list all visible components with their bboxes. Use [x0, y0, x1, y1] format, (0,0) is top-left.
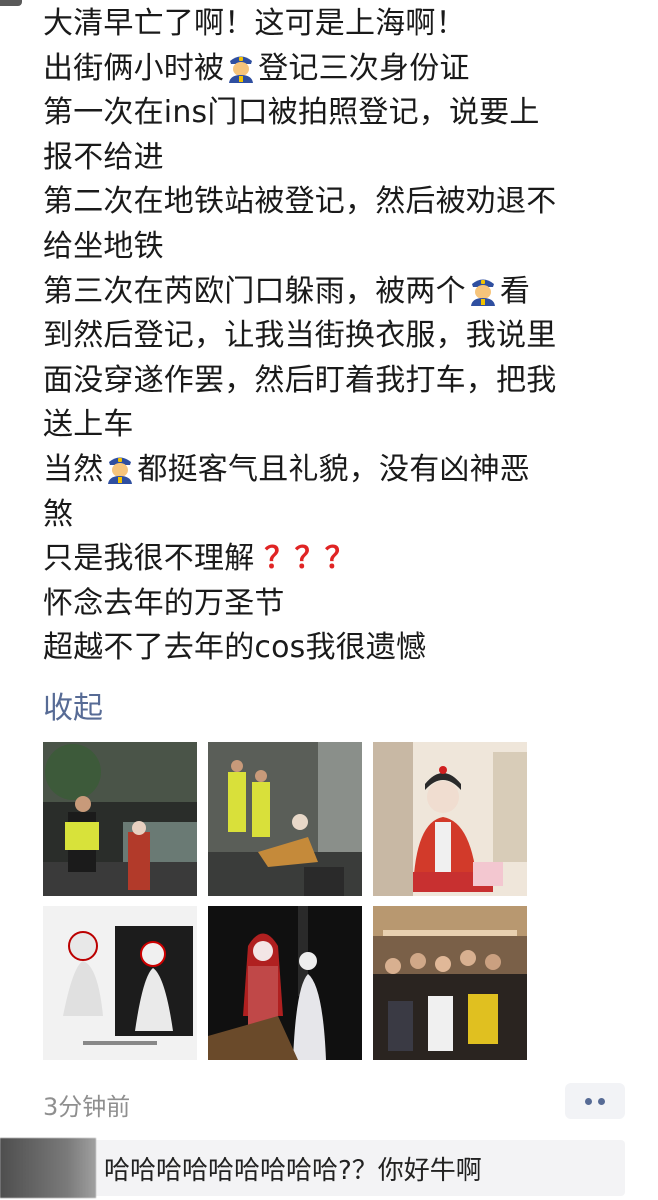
post-text-fragment: 登记三次身份证: [258, 50, 470, 86]
photo-5[interactable]: [208, 906, 362, 1060]
photo-4[interactable]: [43, 906, 197, 1060]
collapse-link[interactable]: 收起: [43, 683, 103, 727]
photo-3[interactable]: [373, 742, 527, 896]
photo-1[interactable]: [43, 742, 197, 896]
post-line: 当然 都挺客气且礼貌，没有凶神恶: [43, 448, 643, 493]
photo-6[interactable]: [373, 906, 527, 1060]
post-line: 面没穿遂作罢，然后盯着我打车，把我: [43, 362, 557, 398]
comment-item[interactable]: 哈哈哈哈哈哈哈哈哈?？你好牛啊: [0, 1138, 625, 1198]
more-dots-icon: [598, 1098, 605, 1105]
post-text-fragment: 第三次在芮欧门口躲雨，被两个: [43, 273, 466, 309]
question-marks: ？？？: [264, 541, 356, 577]
post-text-fragment: 都挺客气且礼貌，没有凶神恶: [137, 451, 531, 487]
photo-grid: [43, 742, 527, 1060]
post-line: 第三次在芮欧门口躲雨，被两个看: [43, 270, 643, 315]
police-officer-icon: [468, 274, 498, 306]
post-line: 超越不了去年的cos我很遗憾: [43, 630, 427, 666]
post-line: 只是我很不理解？？？: [43, 537, 643, 582]
post-line: 第一次在ins门口被拍照登记，说要上: [43, 95, 540, 131]
more-options-button[interactable]: [565, 1083, 625, 1119]
post-line: 第二次在地铁站被登记，然后被劝退不: [43, 184, 557, 220]
timestamp: 3分钟前: [43, 1093, 131, 1121]
post-text-fragment: 当然: [43, 451, 104, 487]
post-text-fragment: 出街俩小时被: [43, 50, 225, 86]
avatar[interactable]: [0, 0, 22, 6]
post-meta: 3分钟前: [43, 1083, 625, 1123]
commenter-name-redacted: [0, 1138, 96, 1198]
post-line: 到然后登记，让我当街换衣服，我说里: [43, 318, 557, 354]
post-line: 煞: [43, 496, 74, 532]
post-line: 给坐地铁: [43, 228, 164, 264]
post-line: 怀念去年的万圣节: [43, 585, 285, 621]
photo-2[interactable]: [208, 742, 362, 896]
post-line: 送上车: [43, 407, 134, 443]
police-officer-icon: [226, 51, 256, 83]
comment-text: 哈哈哈哈哈哈哈哈哈?？你好牛啊: [104, 1156, 482, 1186]
post-line: 大清早亡了啊！这可是上海啊！: [43, 6, 466, 41]
more-dots-icon: [585, 1098, 592, 1105]
post-text-fragment: 看: [499, 273, 531, 309]
post-body: 大清早亡了啊！这可是上海啊！ 出街俩小时被 登记三次身份证 第一次在ins门口被拍…: [43, 2, 643, 671]
post-line: 出街俩小时被 登记三次身份证: [43, 47, 643, 92]
post-line: 报不给进: [43, 139, 164, 175]
police-officer-icon: [105, 452, 135, 484]
post-text-fragment: 只是我很不理解: [43, 541, 255, 577]
